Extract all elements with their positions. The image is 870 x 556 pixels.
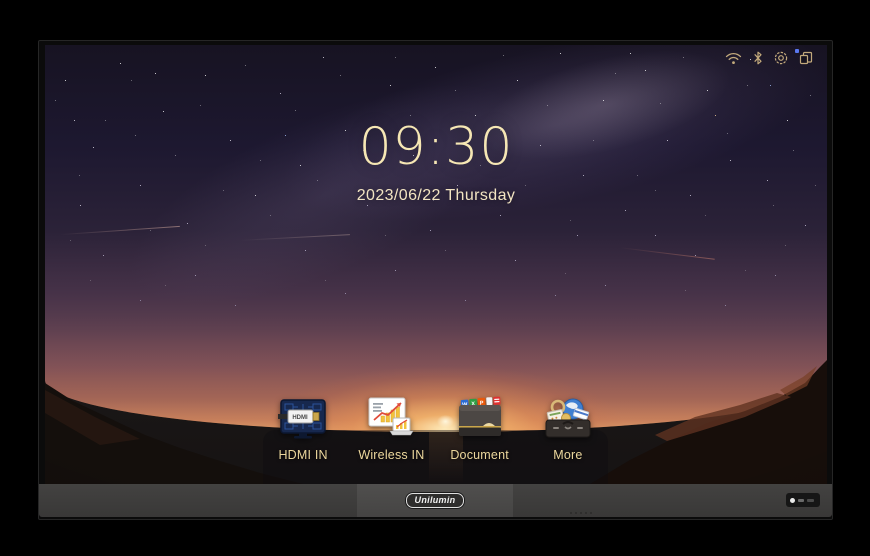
dock: HDMI HDMI IN (259, 395, 612, 462)
clock-block: 09:30 2023/06/22 Thursday (45, 121, 827, 205)
dock-label: HDMI IN (278, 448, 327, 462)
light-sensor (798, 499, 804, 502)
wireless-in-icon (366, 395, 416, 443)
power-led[interactable] (790, 498, 795, 503)
dock-item-hdmi-in[interactable]: HDMI HDMI IN (261, 395, 345, 462)
bezel-tray: Unilumin (357, 484, 513, 517)
brand-logo: Unilumin (406, 493, 465, 508)
dock-label: Wireless IN (358, 448, 424, 462)
wifi-icon[interactable] (725, 52, 742, 65)
front-control-panel[interactable] (786, 493, 820, 507)
hdmi-in-icon: HDMI (278, 395, 328, 443)
bezel-vents (570, 512, 592, 514)
dock-item-wireless-in[interactable]: Wireless IN (349, 395, 433, 462)
svg-text:HDMI: HDMI (292, 415, 308, 421)
dock-item-more[interactable]: More (526, 395, 610, 462)
dock-label: More (553, 448, 582, 462)
clock-time: 09:30 (45, 121, 827, 173)
wallpaper-sky (45, 45, 827, 432)
document-icon: W X P (455, 395, 505, 443)
notification-badge (795, 49, 799, 53)
dock-label: Document (450, 448, 509, 462)
clipboard-icon[interactable] (799, 51, 813, 65)
eye-protection-icon[interactable] (774, 51, 788, 65)
bluetooth-icon[interactable] (753, 51, 763, 65)
bezel-bottom: Unilumin (39, 484, 832, 517)
dock-item-document[interactable]: W X P Document (438, 395, 522, 462)
screen: 09:30 2023/06/22 Thursday HDMI (45, 45, 827, 484)
status-bar (725, 49, 813, 67)
more-icon (543, 395, 593, 443)
clock-date: 2023/06/22 Thursday (45, 187, 827, 205)
ir-receiver (807, 499, 814, 502)
